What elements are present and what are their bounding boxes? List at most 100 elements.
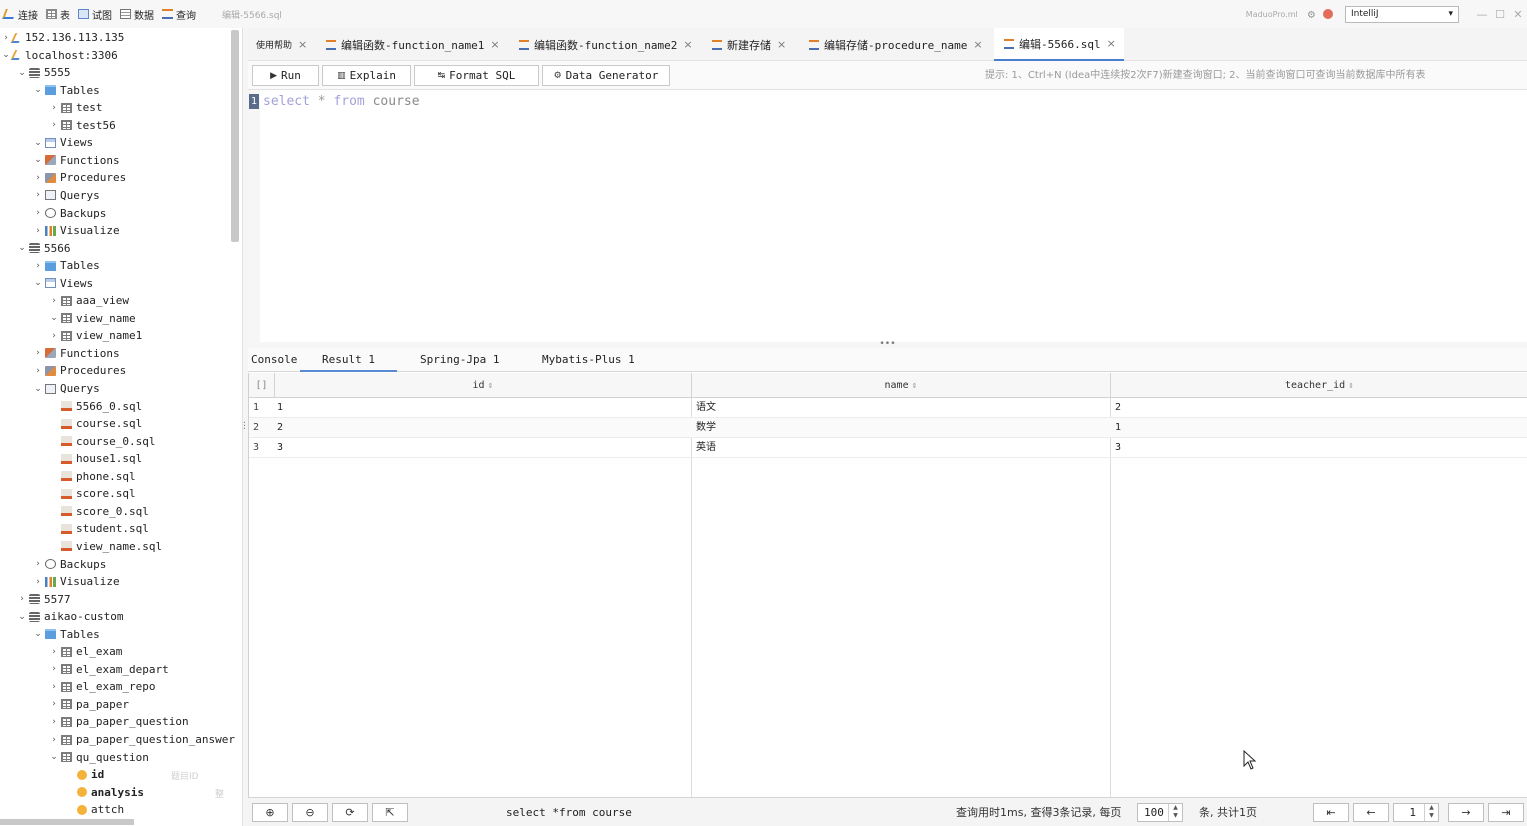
divider-grip-icon[interactable]: · · ·	[242, 419, 247, 433]
tree-node-view-name1[interactable]: › view_name1	[49, 327, 142, 344]
table-row[interactable]: 3 3 英语 3	[249, 438, 1527, 458]
column-header-id[interactable]: id ⇕	[275, 373, 692, 398]
minimize-icon[interactable]: —	[1473, 8, 1491, 21]
chevron-right-icon[interactable]: ›	[33, 208, 43, 218]
close-icon[interactable]: ✕	[1509, 8, 1527, 21]
tree-node-tables[interactable]: › Tables	[33, 257, 100, 274]
toolbar-data-button[interactable]: 数据	[116, 3, 158, 25]
explain-button[interactable]: ▥ Explain	[322, 65, 411, 86]
tree-node-functions[interactable]: ⌄ Functions	[33, 152, 119, 169]
tab-result-1[interactable]: Result 1	[300, 348, 397, 372]
sort-icon[interactable]: ⇕	[1348, 382, 1354, 390]
chevron-down-icon[interactable]: ⌄	[17, 243, 27, 253]
chevron-right-icon[interactable]: ›	[1, 33, 11, 43]
tree-node-el-exam-depart[interactable]: › el_exam_depart	[49, 661, 169, 678]
chevron-right-icon[interactable]: ›	[49, 647, 59, 657]
chevron-right-icon[interactable]: ›	[49, 682, 59, 692]
sidebar-scrollbar[interactable]	[231, 30, 239, 242]
data-generator-button[interactable]: ⚙ Data Generator	[542, 65, 670, 86]
tree-node-querys[interactable]: › Querys	[33, 187, 100, 204]
chevron-down-icon[interactable]: ⌄	[1, 50, 11, 60]
sql-code[interactable]: select * from course	[263, 94, 420, 110]
tree-node-pa-paper-question[interactable]: › pa_paper_question	[49, 713, 188, 730]
tree-node-view-name[interactable]: ⌄ view_name	[49, 310, 135, 327]
tree-node-functions[interactable]: › Functions	[33, 345, 119, 362]
close-icon[interactable]: ×	[973, 38, 982, 51]
chevron-down-icon[interactable]: ⌄	[33, 155, 43, 165]
export-button[interactable]: ⇱	[372, 803, 408, 822]
sort-icon[interactable]: ⇕	[912, 382, 918, 390]
column-header-name[interactable]: name ⇕	[692, 373, 1111, 398]
tab-mybatis-plus-1[interactable]: Mybatis-Plus 1	[542, 348, 635, 372]
sql-editor[interactable]: 1 select * from course	[248, 90, 1527, 342]
chevron-right-icon[interactable]: ›	[49, 699, 59, 709]
gear-icon[interactable]: ⚙	[1308, 7, 1315, 21]
stepper-arrows-icon[interactable]: ▲ ▼	[1168, 804, 1182, 821]
run-button[interactable]: ▶ Run	[252, 65, 319, 86]
tree-node-student-sql[interactable]: student.sql	[49, 520, 149, 537]
page-number-stepper[interactable]: 1 ▲ ▼	[1393, 803, 1439, 822]
chevron-right-icon[interactable]: ›	[49, 296, 59, 306]
tree-node-localhost-3306[interactable]: ⌄ localhost:3306	[1, 47, 118, 64]
theme-select[interactable]: IntelliJ ▾	[1345, 5, 1459, 23]
cell-teacher-id[interactable]: 1	[1115, 418, 1121, 438]
chevron-right-icon[interactable]: ›	[33, 190, 43, 200]
chevron-down-icon[interactable]: ⌄	[49, 752, 59, 762]
tree-node-test[interactable]: › test	[49, 99, 102, 116]
table-row[interactable]: 1 1 语文 2	[249, 398, 1527, 418]
tree-node-views[interactable]: ⌄ Views	[33, 275, 93, 292]
cell-id[interactable]: 3	[277, 438, 283, 458]
tab-edit-5566-sql[interactable]: 编辑-5566.sql ×	[994, 28, 1124, 61]
delete-row-button[interactable]: ⊖	[292, 803, 328, 822]
chevron-down-icon[interactable]: ⌄	[33, 85, 43, 95]
toolbar-view-button[interactable]: 试图	[74, 3, 116, 25]
tree-node-152-136-113-135[interactable]: › 152.136.113.135	[1, 29, 124, 46]
tree-node-5566-0-sql[interactable]: 5566_0.sql	[49, 398, 142, 415]
tab-edit-function-1[interactable]: 编辑函数-function_name1 ×	[318, 28, 504, 61]
tree-node-visualize[interactable]: › Visualize	[33, 573, 119, 590]
tab-edit-function-2[interactable]: 编辑函数-function_name2 ×	[511, 28, 697, 61]
table-row[interactable]: 2 2 数学 1	[249, 418, 1527, 438]
chevron-down-icon[interactable]: ⌄	[33, 384, 43, 394]
plugin-icon[interactable]	[1323, 9, 1333, 19]
tree-node-5566[interactable]: ⌄ 5566	[17, 240, 70, 257]
toolbar-table-button[interactable]: 表	[42, 3, 74, 25]
tree-node-procedures[interactable]: › Procedures	[33, 169, 126, 186]
previous-page-button[interactable]: ←	[1353, 803, 1389, 822]
column-header-teacher-id[interactable]: teacher_id ⇕	[1111, 373, 1527, 398]
tree-node-course-sql[interactable]: course.sql	[49, 415, 142, 432]
stepper-arrows-icon[interactable]: ▲ ▼	[1424, 804, 1438, 821]
toolbar-connection-button[interactable]: 连接	[0, 3, 42, 25]
chevron-right-icon[interactable]: ›	[49, 103, 59, 113]
chevron-right-icon[interactable]: ›	[49, 664, 59, 674]
tree-node-backups[interactable]: › Backups	[33, 205, 106, 222]
tree-node-el-exam[interactable]: › el_exam	[49, 643, 122, 660]
chevron-right-icon[interactable]: ›	[49, 735, 59, 745]
tree-node-id[interactable]: id	[65, 766, 104, 783]
next-page-button[interactable]: →	[1448, 803, 1484, 822]
chevron-right-icon[interactable]: ›	[33, 173, 43, 183]
chevron-right-icon[interactable]: ›	[33, 226, 43, 236]
chevron-right-icon[interactable]: ›	[49, 331, 59, 341]
tree-node-tables[interactable]: ⌄ Tables	[33, 82, 100, 99]
cell-id[interactable]: 1	[277, 398, 283, 418]
chevron-right-icon[interactable]: ›	[49, 717, 59, 727]
tree-node-pa-paper[interactable]: › pa_paper	[49, 696, 129, 713]
close-icon[interactable]: ×	[683, 38, 692, 51]
chevron-right-icon[interactable]: ›	[33, 559, 43, 569]
grid-corner[interactable]: []	[249, 373, 275, 398]
tree-node-view-name-sql[interactable]: view_name.sql	[49, 538, 162, 555]
close-icon[interactable]: ×	[298, 38, 307, 51]
chevron-down-icon[interactable]: ⌄	[33, 278, 43, 288]
chevron-right-icon[interactable]: ›	[17, 594, 27, 604]
tab-new-procedure[interactable]: 新建存储 ×	[704, 28, 798, 61]
tree-node-tables[interactable]: ⌄ Tables	[33, 626, 100, 643]
chevron-right-icon[interactable]: ›	[49, 120, 59, 130]
chevron-right-icon[interactable]: ›	[33, 366, 43, 376]
close-icon[interactable]: ×	[490, 38, 499, 51]
cell-name[interactable]: 语文	[696, 398, 716, 418]
chevron-down-icon[interactable]: ⌄	[17, 68, 27, 78]
tree-node-attch[interactable]: attch	[65, 801, 124, 818]
tree-node-views[interactable]: ⌄ Views	[33, 134, 93, 151]
sort-icon[interactable]: ⇕	[488, 382, 494, 390]
